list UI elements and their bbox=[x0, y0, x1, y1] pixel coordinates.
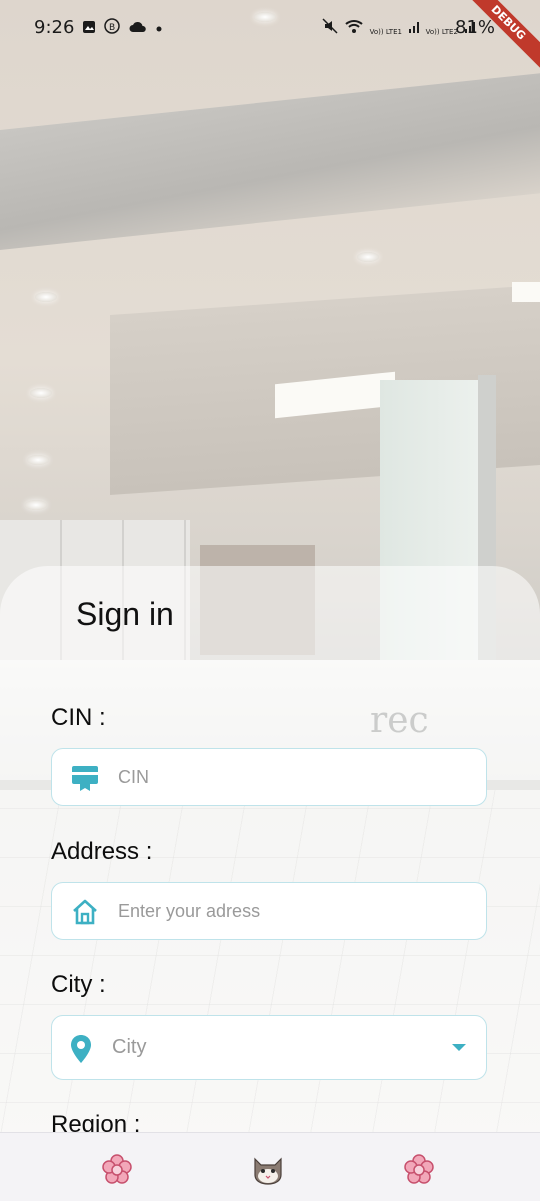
battery-percent: 81% bbox=[455, 17, 496, 38]
wifi-icon bbox=[345, 20, 363, 33]
cin-input[interactable] bbox=[118, 749, 448, 805]
b-icon: B bbox=[104, 18, 121, 34]
spotlight bbox=[25, 500, 47, 510]
cat-face-icon[interactable] bbox=[251, 1153, 283, 1185]
spotlight bbox=[35, 292, 57, 302]
page-title: Sign in bbox=[76, 596, 174, 632]
spotlight bbox=[27, 455, 49, 465]
dot-icon bbox=[156, 26, 162, 32]
city-dropdown[interactable]: City bbox=[51, 1015, 487, 1080]
svg-text:B: B bbox=[109, 23, 119, 33]
address-input[interactable] bbox=[118, 883, 448, 939]
spotlight bbox=[357, 252, 379, 262]
lte2-label: Vo)) LTE2 bbox=[425, 28, 458, 36]
lte1-signal-icon bbox=[408, 22, 419, 33]
ceiling-light bbox=[512, 282, 540, 302]
cin-label: CIN : bbox=[51, 704, 106, 731]
city-selected-value: City bbox=[112, 1036, 147, 1058]
location-pin-icon bbox=[70, 1034, 92, 1068]
city-label: City : bbox=[51, 971, 106, 998]
home-icon bbox=[70, 898, 100, 930]
chevron-down-icon[interactable] bbox=[452, 1044, 466, 1051]
status-left-icons: B bbox=[82, 18, 163, 38]
status-bar: 9:26 B Vo)) LTE1 Vo)) LTE2 81% bbox=[0, 0, 540, 56]
address-field[interactable] bbox=[51, 882, 487, 940]
cin-field[interactable] bbox=[51, 748, 487, 806]
address-label: Address : bbox=[51, 838, 153, 865]
ceiling-beam bbox=[0, 73, 540, 250]
bottom-nav bbox=[0, 1132, 540, 1201]
lte1-label: Vo)) LTE1 bbox=[369, 28, 402, 36]
flower-icon[interactable] bbox=[403, 1153, 435, 1185]
flower-icon[interactable] bbox=[101, 1153, 133, 1185]
mute-icon bbox=[322, 18, 338, 34]
status-right-icons: Vo)) LTE1 Vo)) LTE2 bbox=[322, 18, 476, 37]
status-time: 9:26 bbox=[34, 17, 75, 38]
spotlight bbox=[30, 388, 52, 398]
id-card-icon bbox=[70, 763, 100, 797]
cloud-icon bbox=[129, 21, 146, 32]
image-icon bbox=[83, 21, 95, 33]
